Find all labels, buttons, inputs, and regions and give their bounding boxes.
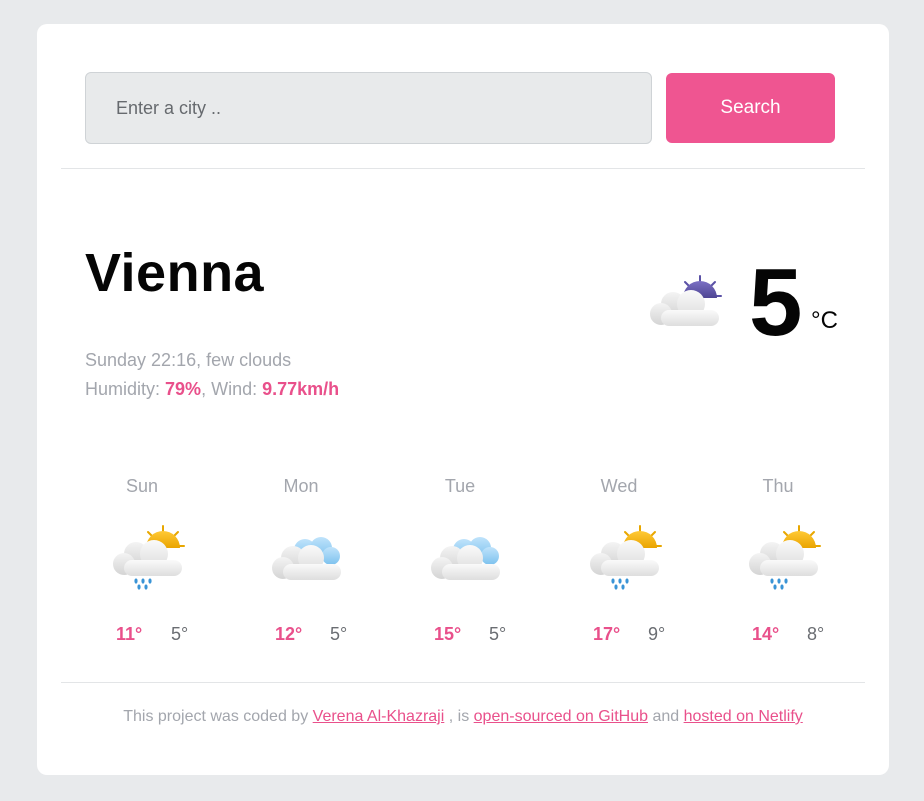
few-clouds-night-icon [650, 275, 722, 326]
bottom-divider [61, 682, 865, 683]
forecast-max-temp: 15° [434, 624, 462, 644]
footer-prefix: This project was coded by [123, 708, 309, 725]
forecast-day: Thu 14° 8° [728, 474, 828, 654]
forecast-day-name: Wed [600, 476, 638, 496]
rain-sun-cloud-icon [113, 525, 185, 590]
footer: This project was coded by Verena Al-Khaz… [37, 708, 889, 726]
forecast-min-temp: 5° [171, 624, 189, 644]
forecast-day: Sun 11° 5° [92, 474, 192, 654]
forecast-max-temp: 11° [116, 624, 143, 644]
forecast-min-temp: 5° [489, 624, 507, 644]
forecast-day-name: Mon [283, 476, 319, 496]
forecast-day: Tue 15° 5° [410, 474, 510, 654]
footer-and: and [652, 708, 680, 725]
top-divider [61, 168, 865, 169]
city-name: Vienna [85, 243, 265, 303]
forecast-min-temp: 8° [807, 624, 825, 644]
github-link[interactable]: open-sourced on GitHub [474, 708, 648, 725]
datetime-description: Sunday 22:16, few clouds [85, 350, 292, 370]
forecast-day: Wed 17° 9° [569, 474, 669, 654]
forecast-day-name: Tue [444, 476, 476, 496]
search-form: Search [85, 72, 835, 144]
current-datetime: Sunday 22:16 [85, 350, 197, 370]
humidity-value: 79% [165, 379, 202, 399]
clouds-icon [431, 537, 500, 580]
forecast-min-temp: 5° [330, 624, 348, 644]
forecast-min-temp: 9° [648, 624, 666, 644]
netlify-link[interactable]: hosted on Netlify [684, 708, 803, 725]
search-button[interactable]: Search [666, 73, 835, 143]
clouds-icon [272, 537, 341, 580]
current-temperature: 5 [749, 249, 803, 356]
forecast-max-temp: 17° [593, 624, 621, 644]
rain-sun-cloud-icon [749, 525, 821, 590]
city-search-input[interactable] [85, 72, 652, 144]
forecast-day-name: Sun [125, 476, 159, 496]
forecast-day: Mon 12° 5° [251, 474, 351, 654]
weather-description: few clouds [206, 350, 292, 370]
forecast-day-name: Thu [762, 476, 794, 496]
current-details: Sunday 22:16, few clouds Humidity: 79%, … [85, 346, 339, 404]
humidity-wind: Humidity: 79%, Wind: 9.77km/h [85, 379, 340, 399]
rain-sun-cloud-icon [590, 525, 662, 590]
forecast-max-temp: 14° [752, 624, 780, 644]
weather-card: Search Vienna Sunday 22:16, few clouds H… [37, 24, 889, 775]
wind-value: 9.77km/h [262, 379, 340, 399]
footer-middle: , is [448, 708, 470, 725]
forecast-list: Sun 11° 5° Mon 12° 5° Tue 15° 5° Wed 17°… [85, 474, 880, 654]
author-link[interactable]: Verena Al-Khazraji [313, 708, 445, 725]
forecast-max-temp: 12° [275, 624, 303, 644]
wind-label: Wind: [211, 379, 258, 399]
humidity-label: Humidity: [85, 379, 161, 399]
temperature-unit: °C [811, 307, 838, 334]
